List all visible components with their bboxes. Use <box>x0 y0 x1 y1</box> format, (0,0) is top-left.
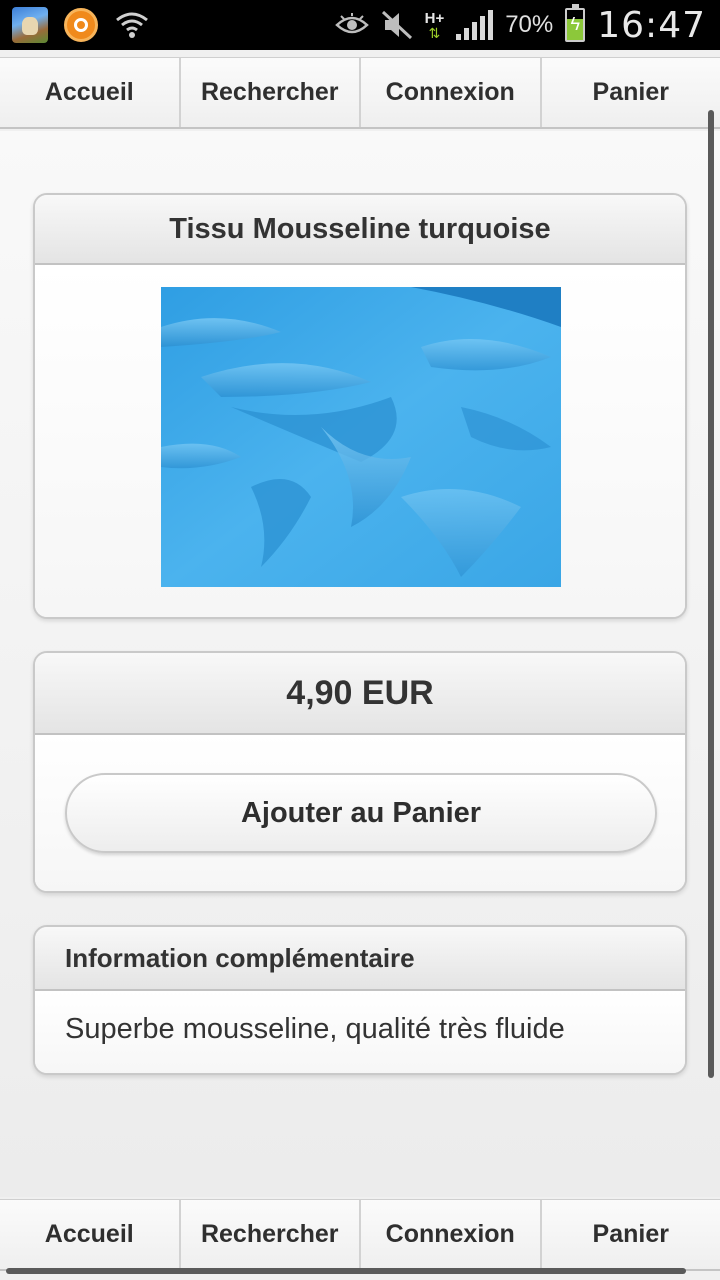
info-heading: Information complémentaire <box>35 927 685 991</box>
battery-icon: ϟ <box>565 4 586 42</box>
product-title: Tissu Mousseline turquoise <box>35 195 685 265</box>
info-card: Information complémentaire Superbe mouss… <box>33 925 687 1075</box>
vertical-scrollbar[interactable] <box>708 110 714 1078</box>
status-bar: H+ ⇅ 70% ϟ 16:47 <box>0 0 720 50</box>
nav-login-button[interactable]: Connexion <box>361 58 542 127</box>
page-content: Tissu Mousseline turquoise 4,90 EUR Ajou… <box>0 131 720 1197</box>
nav-cart-button[interactable]: Panier <box>542 1200 720 1269</box>
nav-cart-button[interactable]: Panier <box>542 58 720 127</box>
product-card: Tissu Mousseline turquoise <box>33 193 687 619</box>
nav-home-button[interactable]: Accueil <box>0 58 181 127</box>
price-card: 4,90 EUR Ajouter au Panier <box>33 651 687 893</box>
nav-login-button[interactable]: Connexion <box>361 1200 542 1269</box>
top-navbar: Accueil Rechercher Connexion Panier <box>0 57 720 129</box>
app-game-icon <box>12 7 48 43</box>
nav-home-button[interactable]: Accueil <box>0 1200 181 1269</box>
eye-icon <box>334 13 369 34</box>
nav-search-button[interactable]: Rechercher <box>181 58 361 127</box>
nav-search-button[interactable]: Rechercher <box>181 1200 361 1269</box>
app-orange-icon <box>64 8 98 42</box>
info-text: Superbe mousseline, qualité très fluide <box>65 1013 565 1045</box>
bottom-navbar: Accueil Rechercher Connexion Panier <box>0 1199 720 1271</box>
product-price: 4,90 EUR <box>35 653 685 735</box>
clock: 16:47 <box>597 4 706 46</box>
horizontal-scrollbar[interactable] <box>6 1268 686 1274</box>
battery-percent: 70% <box>505 11 554 38</box>
wifi-hotspot-icon <box>116 12 148 38</box>
mute-icon <box>381 10 412 40</box>
network-type-indicator: H+ ⇅ <box>424 9 445 41</box>
product-image[interactable] <box>161 287 561 587</box>
add-to-cart-button[interactable]: Ajouter au Panier <box>65 773 657 853</box>
signal-icon <box>456 10 494 40</box>
network-arrows-icon: ⇅ <box>428 24 441 41</box>
